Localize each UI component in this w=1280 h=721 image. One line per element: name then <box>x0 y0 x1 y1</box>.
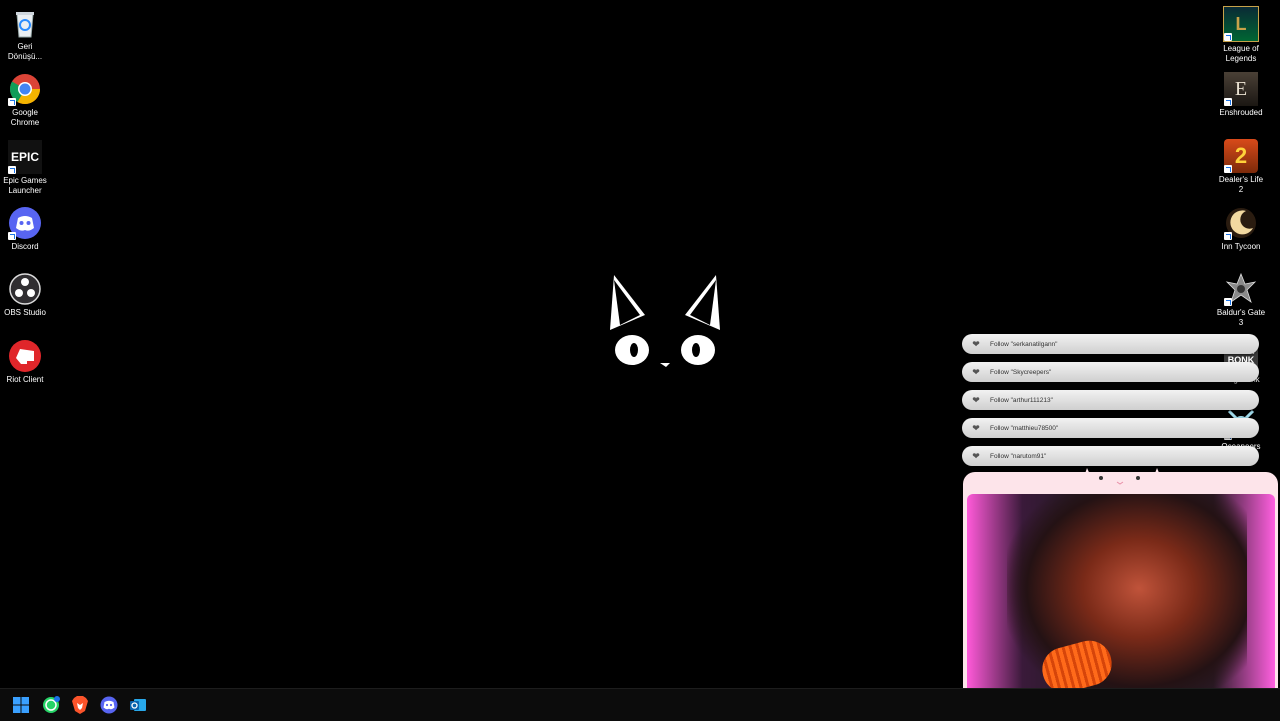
shortcut-arrow-icon <box>1224 232 1232 240</box>
desktop-icon-dealers-life[interactable]: 2 Dealer's Life 2 <box>1216 139 1266 195</box>
taskbar-outlook[interactable] <box>128 695 148 715</box>
follow-alert: ❤ Follow "arthur111213" <box>962 390 1259 410</box>
whatsapp-icon <box>43 696 60 713</box>
league-of-legends-icon: L <box>1223 6 1259 42</box>
shortcut-arrow-icon <box>1224 33 1232 41</box>
follow-alert: ❤ Follow "serkanatilgann" <box>962 334 1259 354</box>
lol-logo-glyph: L <box>1235 13 1247 34</box>
taskbar-discord[interactable] <box>99 695 119 715</box>
chrome-icon <box>8 72 42 106</box>
follow-alert-text: Follow "arthur111213" <box>990 396 1053 404</box>
desktop-icon-label: Riot Client <box>6 375 44 384</box>
shortcut-arrow-icon <box>1224 298 1232 306</box>
desktop-icon-label: Discord <box>11 242 39 251</box>
heart-icon: ❤ <box>972 366 980 377</box>
enshrouded-logo-glyph: E <box>1234 77 1248 100</box>
desktop-icon-baldurs-gate[interactable]: Baldur's Gate 3 <box>1216 272 1266 328</box>
wallpaper-cat <box>610 273 720 367</box>
desktop-icon-label: OBS Studio <box>4 308 46 317</box>
desktop-icon-label: Epic Games Launcher <box>3 176 47 195</box>
shortcut-arrow-icon <box>8 232 16 240</box>
follow-alert-text: Follow "narutom91" <box>990 452 1047 460</box>
follow-alert: ❤ Follow "matthieu78500" <box>962 418 1259 438</box>
desktop-icon-label: Google Chrome <box>10 108 40 127</box>
shortcut-arrow-icon <box>1224 165 1232 173</box>
heart-icon: ❤ <box>972 450 980 461</box>
heart-icon: ❤ <box>972 394 980 405</box>
inn-tycoon-icon <box>1224 206 1258 240</box>
desktop-icon-epic-games[interactable]: EPIC Epic Games Launcher <box>0 140 50 196</box>
desktop-icon-label: Enshrouded <box>1219 108 1263 117</box>
desktop-icon-label: Inn Tycoon <box>1221 242 1261 251</box>
follow-alert-text: Follow "serkanatilgann" <box>990 340 1058 348</box>
desktop-icon-riot[interactable]: Riot Client <box>0 339 50 385</box>
outlook-icon <box>130 699 146 711</box>
riot-icon <box>8 339 42 373</box>
desktop-icon-obs[interactable]: OBS Studio <box>0 272 50 318</box>
follow-alert-text: Follow "matthieu78500" <box>990 424 1059 432</box>
desktop-icon-enshrouded[interactable]: E Enshrouded <box>1216 72 1266 118</box>
heart-icon: ❤ <box>972 422 980 433</box>
dealers-life-logo-glyph: 2 <box>1234 143 1248 168</box>
baldurs-gate-icon <box>1224 272 1258 306</box>
epic-games-icon: EPIC <box>8 140 42 174</box>
shortcut-arrow-icon <box>8 166 16 174</box>
desktop-icon-league-of-legends[interactable]: L League of Legends <box>1216 6 1266 64</box>
epic-logo-text: EPIC <box>10 150 39 164</box>
desktop-icon-label: League of Legends <box>1223 44 1259 63</box>
start-button[interactable] <box>11 695 31 715</box>
taskbar-brave[interactable] <box>70 695 90 715</box>
desktop-icon-inn-tycoon[interactable]: Inn Tycoon <box>1216 206 1266 252</box>
follow-alert-text: Follow "Skycreepers" <box>990 368 1052 376</box>
taskbar-whatsapp[interactable] <box>41 695 61 715</box>
shortcut-arrow-icon <box>8 98 16 106</box>
windows-icon <box>13 697 29 713</box>
cat-ears-decoration <box>1078 468 1168 494</box>
recycle-bin-icon <box>8 6 42 40</box>
obs-icon <box>8 272 42 306</box>
desktop-icon-chrome[interactable]: Google Chrome <box>0 72 50 128</box>
desktop-icon-label: Baldur's Gate 3 <box>1216 308 1266 327</box>
desktop-icon-label: Dealer's Life 2 <box>1218 175 1264 194</box>
follow-alert: ❤ Follow "Skycreepers" <box>962 362 1259 382</box>
desktop-icon-recycle-bin[interactable]: Geri Dönüşü... <box>0 6 50 62</box>
brave-icon <box>72 696 88 714</box>
desktop-icon-label: Geri Dönüşü... <box>7 42 43 61</box>
dealers-life-icon: 2 <box>1224 139 1258 173</box>
enshrouded-icon: E <box>1224 72 1258 106</box>
shortcut-arrow-icon <box>1224 98 1232 106</box>
discord-icon <box>8 206 42 240</box>
taskbar <box>0 688 1280 721</box>
desktop-icon-discord[interactable]: Discord <box>0 206 50 252</box>
discord-icon <box>100 696 118 714</box>
webcam-video <box>967 494 1275 704</box>
heart-icon: ❤ <box>972 338 980 349</box>
